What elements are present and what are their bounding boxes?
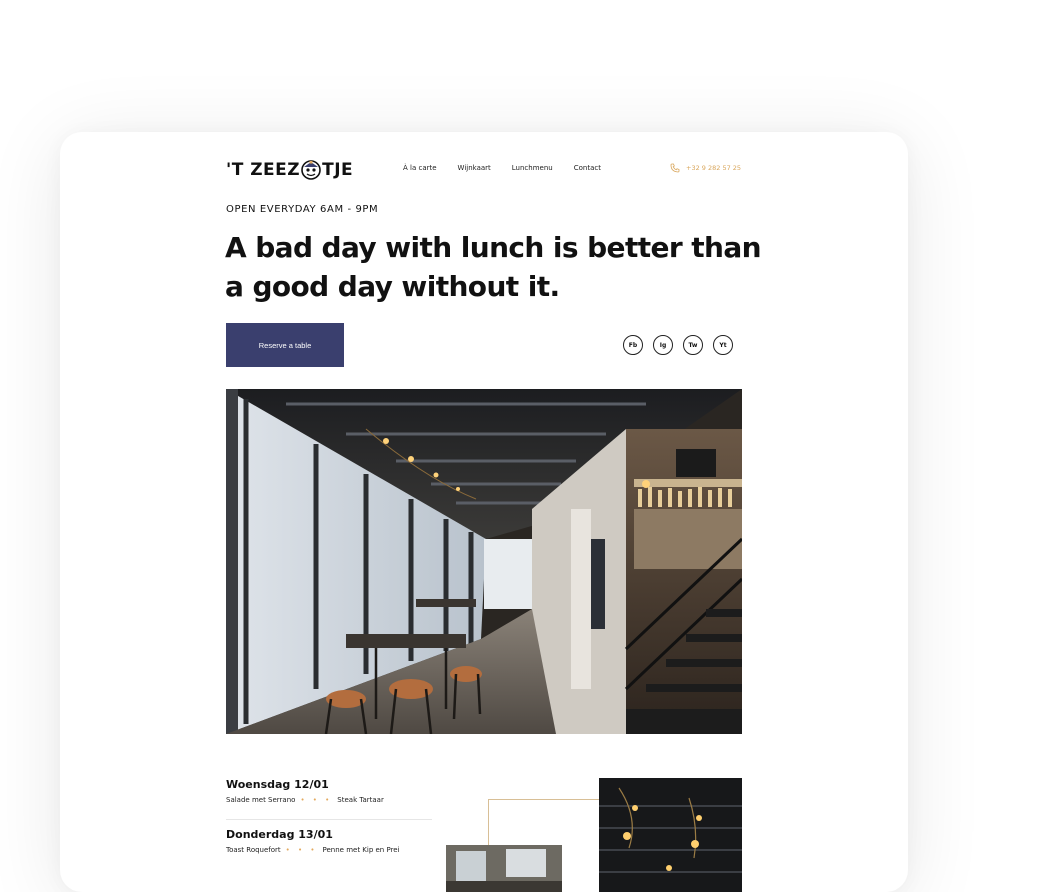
facebook-link[interactable]: Fb <box>623 335 643 355</box>
nav-item-a-la-carte[interactable]: À la carte <box>403 164 437 172</box>
decorative-frame-line <box>488 799 600 800</box>
reserve-table-button[interactable]: Reserve a table <box>226 323 344 367</box>
menu-day-title: Donderdag 13/01 <box>226 828 333 841</box>
dish-separator: • • • <box>300 796 333 804</box>
menu-divider <box>226 819 432 820</box>
menu-day-dishes: Toast Roquefort • • • Penne met Kip en P… <box>226 846 400 854</box>
nav-item-contact[interactable]: Contact <box>574 164 601 172</box>
menu-dish: Penne met Kip en Prei <box>322 846 400 854</box>
brand-name-left: 'T ZEEZ <box>226 160 301 180</box>
page-card: 'T ZEEZ TJE À la carte Wijnkaart Lunchme… <box>60 132 908 892</box>
main-nav: À la carte Wijnkaart Lunchmenu Contact <box>403 164 601 172</box>
hero-headline-line2: a good day without it. <box>225 270 560 303</box>
mascot-icon <box>301 160 321 180</box>
dish-separator: • • • <box>285 846 318 854</box>
opening-hours: OPEN EVERYDAY 6AM - 9PM <box>226 204 379 215</box>
menu-dish: Steak Tartaar <box>337 796 384 804</box>
menu-dish: Salade met Serrano <box>226 796 296 804</box>
hero-headline-line1: A bad day with lunch is better than <box>225 231 762 264</box>
interior-thumbnail <box>446 845 562 892</box>
instagram-link[interactable]: Ig <box>653 335 673 355</box>
menu-day-dishes: Salade met Serrano • • • Steak Tartaar <box>226 796 384 804</box>
phone-number: +32 9 282 57 25 <box>686 164 742 172</box>
menu-day-donderdag: Donderdag 13/01 Toast Roquefort • • • Pe… <box>226 828 400 854</box>
brand-name-right: TJE <box>322 160 354 180</box>
menu-day-woensdag: Woensdag 12/01 Salade met Serrano • • • … <box>226 778 384 804</box>
nav-item-lunchmenu[interactable]: Lunchmenu <box>512 164 553 172</box>
twitter-link[interactable]: Tw <box>683 335 703 355</box>
brand-logo[interactable]: 'T ZEEZ TJE <box>226 160 353 180</box>
phone-icon <box>670 163 680 173</box>
menu-day-title: Woensdag 12/01 <box>226 778 329 791</box>
youtube-link[interactable]: Yt <box>713 335 733 355</box>
string-lights-thumbnail <box>599 778 742 892</box>
phone-link[interactable]: +32 9 282 57 25 <box>670 163 741 173</box>
menu-dish: Toast Roquefort <box>226 846 281 854</box>
social-links: Fb Ig Tw Yt <box>623 335 733 355</box>
restaurant-interior-photo <box>226 389 742 734</box>
hero-headline: A bad day with lunch is better than a go… <box>225 228 785 306</box>
nav-item-wijnkaart[interactable]: Wijnkaart <box>458 164 491 172</box>
